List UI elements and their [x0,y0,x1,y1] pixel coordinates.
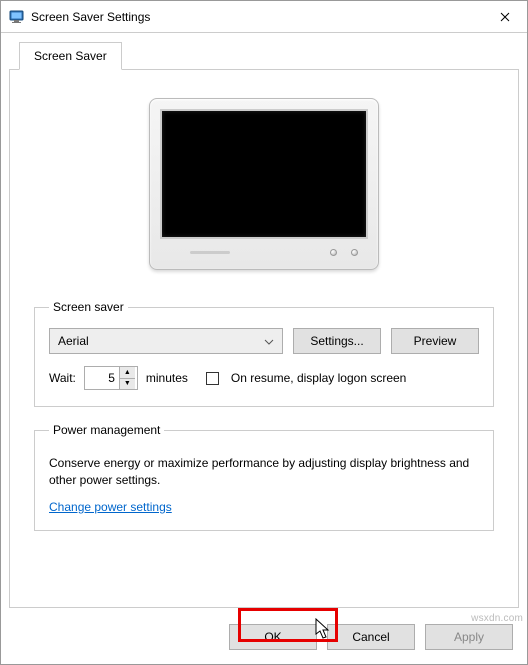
screensaver-dropdown[interactable]: Aerial [49,328,283,354]
preview-button[interactable]: Preview [391,328,479,354]
dialog-button-row: OK Cancel Apply [1,616,527,664]
apply-button[interactable]: Apply [425,624,513,650]
app-icon [9,9,25,25]
wait-minutes-spinner[interactable]: ▲ ▼ [84,366,138,390]
power-management-legend: Power management [49,423,164,437]
screensaver-preview-monitor [34,98,494,270]
wait-minutes-input[interactable] [85,371,119,385]
watermark-text: wsxdn.com [471,613,523,624]
spinner-up-icon[interactable]: ▲ [120,367,135,379]
screensaver-group: Screen saver Aerial Settings... Preview … [34,300,494,407]
wait-label: Wait: [49,371,76,385]
minutes-label: minutes [146,371,188,385]
close-button[interactable] [483,1,527,32]
settings-button[interactable]: Settings... [293,328,381,354]
tab-strip: Screen Saver [9,33,519,70]
on-resume-checkbox[interactable] [206,372,219,385]
cancel-button[interactable]: Cancel [327,624,415,650]
on-resume-label: On resume, display logon screen [231,371,406,385]
tab-content: Screen saver Aerial Settings... Preview … [9,70,519,608]
close-icon [500,12,510,22]
screensaver-settings-window: Screen Saver Settings Screen Saver Scree… [0,0,528,665]
ok-button[interactable]: OK [229,624,317,650]
window-title: Screen Saver Settings [31,10,483,24]
screensaver-dropdown-value: Aerial [58,334,89,348]
change-power-settings-link[interactable]: Change power settings [49,500,172,514]
power-management-description: Conserve energy or maximize performance … [49,455,479,490]
screensaver-legend: Screen saver [49,300,128,314]
power-management-group: Power management Conserve energy or maxi… [34,423,494,531]
tab-screen-saver[interactable]: Screen Saver [19,42,122,70]
spinner-down-icon[interactable]: ▼ [120,379,135,390]
chevron-down-icon [264,334,274,348]
titlebar: Screen Saver Settings [1,1,527,33]
screensaver-preview-screen [160,109,368,239]
